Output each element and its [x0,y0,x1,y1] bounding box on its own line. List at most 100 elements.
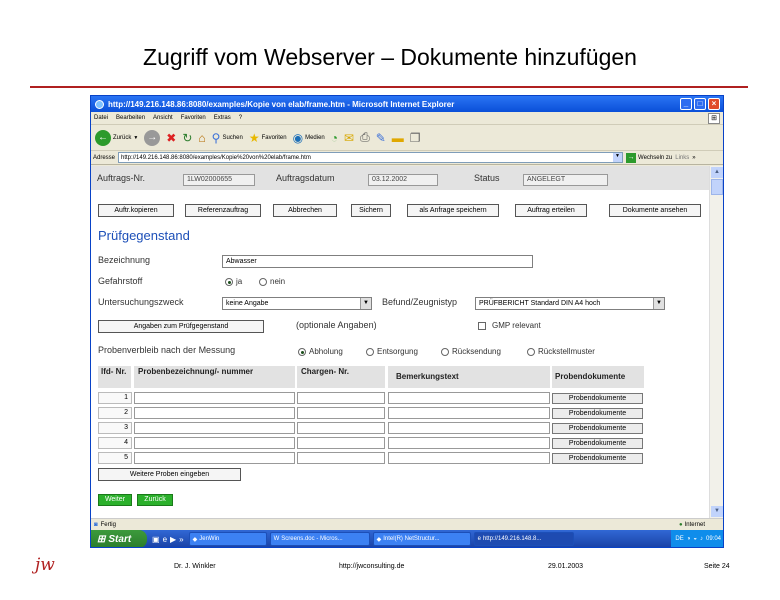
angaben-button[interactable]: Angaben zum Prüfgegenstand [98,320,264,333]
folder-icon[interactable]: ▬ [392,131,404,145]
radio-ja-circle[interactable] [225,277,233,286]
gmp-checkbox-box[interactable] [478,321,486,330]
tray-volume-icon[interactable]: ♪ [700,536,703,542]
home-icon[interactable]: ⌂ [198,131,205,145]
forward-arrow-icon[interactable]: → [144,129,161,146]
verbleib-ruecksendung-radio[interactable]: Rücksendung [441,347,501,356]
scroll-thumb[interactable] [711,179,723,195]
gefahrstoff-ja-radio[interactable]: ja [225,277,242,286]
menu-favoriten[interactable]: Favoriten [181,115,206,121]
tray-app-icon[interactable]: ◑ [687,536,691,542]
radio-rueckstellmuster-circle[interactable] [527,347,535,356]
verbleib-entsorgung-radio[interactable]: Entsorgung [366,347,418,356]
sample-name-input[interactable] [134,422,295,434]
radio-nein-circle[interactable] [259,277,267,286]
reference-order-button[interactable]: Referenzauftrag [185,204,261,217]
address-dropdown-icon[interactable]: ▼ [613,153,623,162]
order-no-label: Auftrags-Nr. [97,173,146,183]
sample-name-input[interactable] [134,452,295,464]
minimize-button[interactable]: _ [680,98,692,110]
maximize-button[interactable]: □ [694,98,706,110]
media-button[interactable]: ◉ Medien [293,131,325,145]
charge-input[interactable] [297,422,385,434]
scroll-up-icon[interactable]: ▲ [711,167,723,178]
history-icon[interactable]: ◔ [331,131,338,145]
remark-input[interactable] [388,392,550,404]
verbleib-abholung-radio[interactable]: Abholung [298,347,343,356]
charge-input[interactable] [297,452,385,464]
gmp-checkbox[interactable]: GMP relevant [478,321,541,330]
charge-input[interactable] [297,407,385,419]
vertical-scrollbar[interactable]: ▲ ▼ [709,166,723,518]
menu-help[interactable]: ? [239,115,242,121]
remark-input[interactable] [388,422,550,434]
show-documents-button[interactable]: Dokumente ansehen [609,204,701,217]
back-button[interactable]: ← Zurück ▼ [95,129,138,146]
radio-ruecksendung-circle[interactable] [441,347,449,356]
radio-entsorgung-circle[interactable] [366,347,374,356]
back-form-button[interactable]: Zurück [137,494,173,506]
print-icon[interactable]: ⎙ [360,130,370,145]
menu-extras[interactable]: Extras [214,115,231,121]
cancel-button[interactable]: Abbrechen [273,204,337,217]
next-button[interactable]: Weiter [98,494,132,506]
chevron-right-icon[interactable]: » [692,155,695,161]
sample-name-input[interactable] [134,407,295,419]
task-jenwin[interactable]: ◆ JenWin [188,532,267,546]
remark-input[interactable] [388,407,550,419]
chevron-down-icon[interactable]: ▼ [653,298,664,309]
remark-input[interactable] [388,437,550,449]
start-button[interactable]: ⊞ Start [91,530,147,547]
ie-quicklaunch-icon[interactable]: e [163,535,167,544]
tray-network-icon[interactable]: ◒ [693,536,697,542]
sample-name-input[interactable] [134,437,295,449]
copy-order-button[interactable]: Auftr.kopieren [98,204,174,217]
gefahrstoff-nein-radio[interactable]: nein [259,277,285,286]
sample-docs-button[interactable]: Probendokumente [552,423,643,434]
task-screens-doc[interactable]: W Screens.doc - Micros... [269,532,370,546]
stop-icon[interactable]: ✖ [166,131,176,145]
save-button[interactable]: Sichern [351,204,391,217]
search-button[interactable]: ⚲ Suchen [212,131,243,145]
radio-abholung-circle[interactable] [298,347,306,356]
address-input[interactable]: http://149.216.148.86:8080/examples/Kopi… [118,152,624,163]
befund-value: PRÜFBERICHT Standard DIN A4 hoch [479,300,601,307]
befund-select[interactable]: PRÜFBERICHT Standard DIN A4 hoch ▼ [475,297,665,310]
close-button[interactable]: × [708,98,720,110]
window-titlebar[interactable]: http://149.216.148.86:8080/examples/Kopi… [91,96,723,112]
sample-docs-button[interactable]: Probendokumente [552,438,643,449]
go-button[interactable]: → Wechseln zu [626,152,673,163]
refresh-icon[interactable]: ↻ [182,131,192,145]
taskbar: ⊞ Start ▣ e ▶ » ◆ JenWin W Screens.doc -… [91,530,723,547]
desktop-icon[interactable]: ▣ [152,535,160,544]
remark-input[interactable] [388,452,550,464]
favorites-button[interactable]: ★ Favoriten [249,131,287,145]
bezeichnung-input[interactable]: Abwasser [222,255,533,268]
scroll-down-icon[interactable]: ▼ [711,506,723,517]
task-intel[interactable]: ◆ Intel(R) NetStructur... [372,532,471,546]
sample-name-input[interactable] [134,392,295,404]
menu-ansicht[interactable]: Ansicht [153,115,173,121]
mail-icon[interactable]: ✉ [344,131,354,145]
sample-docs-button[interactable]: Probendokumente [552,393,643,404]
links-label[interactable]: Links [675,155,689,161]
menu-bearbeiten[interactable]: Bearbeiten [116,115,145,121]
menu-datei[interactable]: Datei [94,115,108,121]
more-samples-button[interactable]: Weitere Proben eingeben [98,468,241,481]
go-label: Wechseln zu [638,154,673,161]
save-as-request-button[interactable]: als Anfrage speichern [407,204,499,217]
task-ie[interactable]: e http://149.216.148.8... [473,532,574,546]
sample-docs-button[interactable]: Probendokumente [552,453,643,464]
sample-docs-button[interactable]: Probendokumente [552,408,643,419]
media-player-icon[interactable]: ▶ [170,535,176,544]
messenger-icon[interactable]: ❐ [410,131,421,145]
verbleib-rueckstellmuster-radio[interactable]: Rückstellmuster [527,347,595,356]
chevron-down-icon[interactable]: ▼ [360,298,371,309]
charge-input[interactable] [297,392,385,404]
zweck-select[interactable]: keine Angabe ▼ [222,297,372,310]
place-order-button[interactable]: Auftrag erteilen [515,204,587,217]
tray-lang[interactable]: DE [675,536,683,542]
chevron-right-icon[interactable]: » [179,535,183,544]
edit-icon[interactable]: ✎ [376,131,386,145]
charge-input[interactable] [297,437,385,449]
